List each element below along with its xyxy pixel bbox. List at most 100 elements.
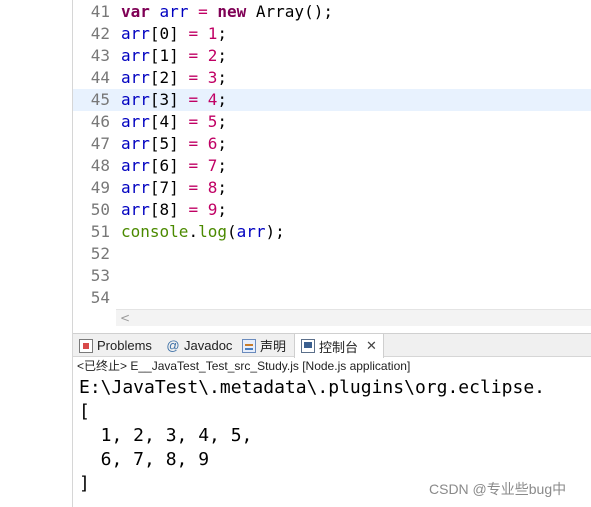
declaration-icon [242,338,256,353]
tab-declaration[interactable]: 声明 [242,334,286,357]
line-number: 50 [90,200,110,219]
line-number: 51 [90,222,110,241]
code-token: 7 [207,156,218,175]
line-number: 42 [90,24,110,43]
code-token: ; [217,134,227,153]
code-line[interactable]: 44 arr[2] = 3; [73,67,591,89]
code-token: Array(); [246,2,333,21]
tab-console-label: 控制台 [319,339,359,355]
line-number: 41 [90,2,110,21]
code-token: [5] [149,134,179,153]
code-token: arr [121,178,150,197]
console-process-header: <已终止> E__JavaTest_Test_src_Study.js [Nod… [77,359,411,373]
code-token: = [178,156,208,175]
code-text: arr[4] = 5; [121,111,227,133]
code-line[interactable]: 43 arr[1] = 2; [73,45,591,67]
code-token: [6] [149,156,179,175]
line-number: 48 [90,156,110,175]
code-token: 6 [207,134,218,153]
console-output-line: 1, 2, 3, 4, 5, [79,425,253,446]
code-token: = [178,90,208,109]
code-token: [0] [149,24,179,43]
code-text: arr[7] = 8; [121,177,227,199]
code-token: arr [159,2,189,21]
code-token: = [178,24,208,43]
code-token: 5 [207,112,218,131]
scroll-left-arrow-icon[interactable]: < [120,310,130,326]
console-output-line: [ [79,401,90,422]
code-text: console.log(arr); [121,221,285,243]
code-editor[interactable]: 41 var arr = new Array(); 42 arr[0] = 1; 43 a… [73,0,591,310]
tab-javadoc-label: Javadoc [184,338,233,353]
close-icon[interactable]: ✕ [366,338,377,354]
tab-console[interactable]: 控制台 ✕ [294,334,384,358]
console-output-line: E:\JavaTest\.metadata\.plugins\org.eclip… [79,377,545,398]
code-line[interactable]: 42 arr[0] = 1; [73,23,591,45]
line-number: 54 [90,288,110,307]
line-number: 44 [90,68,110,87]
code-token: arr [121,90,150,109]
code-token: arr [121,112,150,131]
code-line[interactable]: 52 [73,243,591,265]
code-token: [8] [149,200,179,219]
editor-horizontal-scrollbar[interactable]: < [116,309,591,326]
code-token: arr [121,200,150,219]
code-line[interactable]: 49 arr[7] = 8; [73,177,591,199]
code-token: = [178,46,208,65]
tab-problems-label: Problems [97,338,152,353]
code-token: 1 [207,24,218,43]
code-token: 3 [207,68,218,87]
bottom-panel-tabbar: Problems @ Javadoc 声明 控制台 ✕ [73,333,591,358]
code-token: = [188,2,218,21]
code-text: arr[3] = 4; [121,89,227,111]
code-text: arr[5] = 6; [121,133,227,155]
tab-problems[interactable]: Problems [79,334,152,357]
console-output[interactable]: E:\JavaTest\.metadata\.plugins\org.eclip… [79,376,591,496]
line-number: 46 [90,112,110,131]
code-token: ( [226,222,237,241]
code-token: ); [265,222,285,241]
code-line[interactable]: 46 arr[4] = 5; [73,111,591,133]
code-line[interactable]: 48 arr[6] = 7; [73,155,591,177]
code-line[interactable]: 50 arr[8] = 9; [73,199,591,221]
line-number: 47 [90,134,110,153]
problems-icon [79,338,93,353]
line-number: 45 [90,90,110,109]
tab-javadoc[interactable]: @ Javadoc [166,334,232,357]
line-number: 49 [90,178,110,197]
code-token: ; [217,112,227,131]
code-text: arr[6] = 7; [121,155,227,177]
code-token: [2] [149,68,179,87]
code-line[interactable]: 41 var arr = new Array(); [73,1,591,23]
code-token: ; [217,68,227,87]
code-token: new [217,2,247,21]
code-line[interactable]: 54 [73,287,591,309]
watermark: CSDN @专业些bug中 [429,481,567,497]
line-number: 43 [90,46,110,65]
code-line[interactable]: 47 arr[5] = 6; [73,133,591,155]
code-token: = [178,134,208,153]
code-token: 8 [207,178,218,197]
code-line[interactable]: 51 console.log(arr); [73,221,591,243]
code-token: ; [217,46,227,65]
code-token: [1] [149,46,179,65]
code-token: arr [121,46,150,65]
code-token: ; [217,200,227,219]
code-token: console [121,222,189,241]
code-token: var [121,2,150,21]
code-token: arr [121,134,150,153]
code-token: arr [236,222,266,241]
code-line[interactable]: 53 [73,265,591,287]
console-output-line: 6, 7, 8, 9 [79,449,210,470]
code-token: = [178,68,208,87]
code-text: arr[1] = 2; [121,45,227,67]
code-line-current[interactable]: 45 arr[3] = 4; [73,89,591,111]
code-token: ; [217,90,227,109]
code-text: var arr = new Array(); [121,1,333,23]
code-token: = [178,112,208,131]
code-token: ; [217,156,227,175]
line-number: 53 [90,266,110,285]
code-token: [7] [149,178,179,197]
code-text: arr[2] = 3; [121,67,227,89]
